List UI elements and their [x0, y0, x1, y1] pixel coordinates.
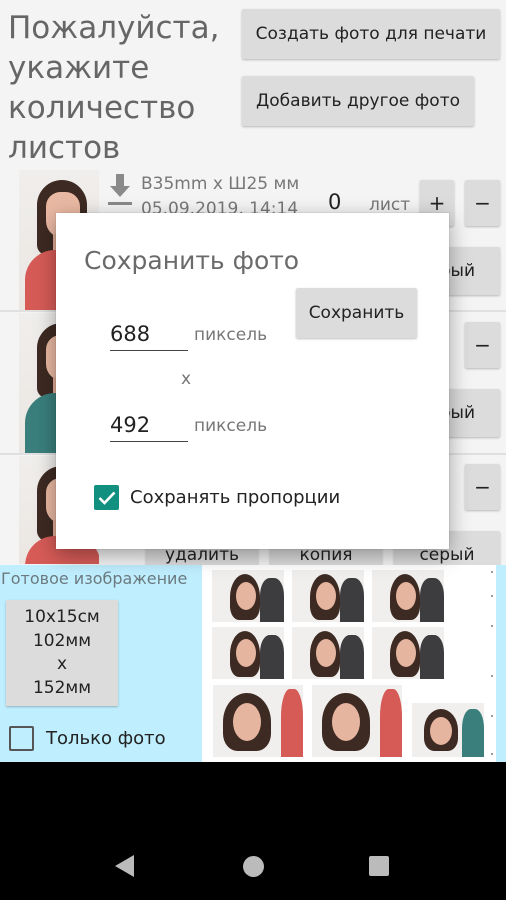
sheet-unit: лист: [369, 195, 411, 215]
save-photo-dialog: Сохранить фото Сохранить пиксель x пиксе…: [56, 213, 449, 549]
sheet-photo: [212, 627, 284, 679]
screen: Пожалуйста, укажите количество листов Со…: [0, 0, 506, 900]
sheet-photo: [213, 685, 303, 757]
minus-button[interactable]: −: [465, 464, 500, 510]
photo-size-text: В35mm x Ш25 мм: [141, 174, 300, 194]
download-icon[interactable]: [106, 172, 134, 208]
sheet-photo: [312, 685, 402, 757]
dialog-title: Сохранить фото: [84, 246, 300, 275]
checkbox-checked-icon[interactable]: [94, 485, 119, 510]
print-size-button[interactable]: 10x15см 102мм x 152мм: [6, 600, 118, 706]
add-photo-button[interactable]: Добавить другое фото: [242, 76, 474, 126]
dimension-separator: x: [181, 369, 192, 389]
nav-recent-icon[interactable]: [369, 856, 389, 876]
height-pixel-input[interactable]: [110, 408, 188, 442]
sheet-photo: [412, 703, 484, 757]
nav-home-icon[interactable]: [243, 856, 264, 877]
system-navigation-bar: [0, 762, 506, 900]
only-photo-label: Только фото: [46, 728, 166, 749]
sheet-edge: [488, 565, 496, 762]
print-size-line: 152мм: [32, 677, 92, 698]
print-size-line: 10x15см: [24, 607, 100, 627]
create-print-photo-button[interactable]: Создать фото для печати: [242, 9, 500, 59]
sheet-photo: [372, 570, 444, 622]
sheet-count: 0: [328, 190, 342, 214]
height-unit-label: пиксель: [194, 416, 268, 436]
print-size-line: x: [56, 654, 68, 674]
print-sheet-preview: [202, 565, 496, 762]
ready-image-label: Готовое изображение: [1, 569, 188, 588]
minus-button[interactable]: −: [465, 322, 500, 368]
only-photo-checkbox[interactable]: Только фото: [9, 726, 166, 751]
keep-proportions-checkbox[interactable]: Сохранять пропорции: [94, 485, 340, 510]
sheet-photo: [372, 627, 444, 679]
keep-proportions-label: Сохранять пропорции: [130, 487, 341, 508]
page-title: Пожалуйста, укажите количество листов: [8, 10, 220, 166]
checkbox-unchecked-icon[interactable]: [9, 726, 34, 751]
dialog-save-button[interactable]: Сохранить: [296, 288, 417, 338]
sheet-photo: [212, 570, 284, 622]
nav-back-icon[interactable]: [115, 855, 134, 877]
width-pixel-input[interactable]: [110, 317, 188, 351]
sheet-photo: [292, 627, 364, 679]
minus-button[interactable]: −: [465, 180, 500, 226]
sheet-photo: [292, 570, 364, 622]
width-unit-label: пиксель: [194, 325, 268, 345]
print-size-line: 102мм: [32, 630, 92, 651]
